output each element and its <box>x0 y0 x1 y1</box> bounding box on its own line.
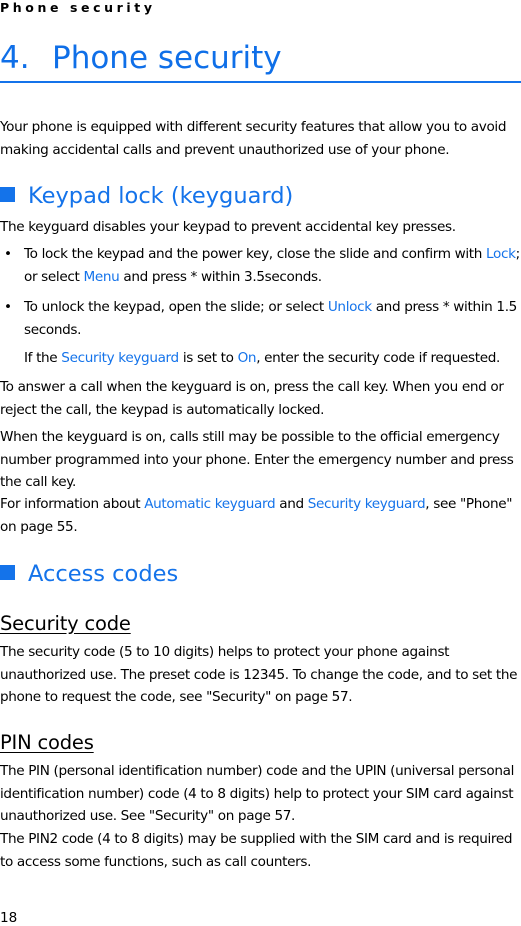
on-option: On <box>237 350 257 366</box>
section-heading-keypad-lock: Keypad lock (keyguard) <box>0 182 293 210</box>
chapter-title-text: Phone security <box>52 40 282 76</box>
automatic-keyguard-setting: Automatic keyguard <box>144 496 276 512</box>
security-code-paragraph: The security code (5 to 10 digits) helps… <box>0 644 518 705</box>
menu-softkey: Menu <box>83 268 120 285</box>
subheading-pin-codes: PIN codes <box>0 731 94 754</box>
section-heading-text: Keypad lock (keyguard) <box>28 183 294 209</box>
bullet-icon: • <box>4 246 12 262</box>
security-keyguard-note: If the Security keyguard is set to On, e… <box>24 350 500 366</box>
security-keyguard-setting: Security keyguard <box>61 350 179 366</box>
bullet-unlock-text: To unlock the keypad, open the slide; or… <box>24 299 517 338</box>
intro-paragraph: Your phone is equipped with different se… <box>0 119 507 158</box>
emergency-paragraph: When the keyguard is on, calls still may… <box>0 429 514 490</box>
security-keyguard-setting: Security keyguard <box>307 496 426 512</box>
section-square-icon <box>0 565 15 580</box>
section-heading-access-codes: Access codes <box>0 560 178 588</box>
bullet-unlock: • To unlock the keypad, open the slide; … <box>0 296 521 341</box>
lock-softkey: Lock <box>486 246 516 262</box>
unlock-softkey: Unlock <box>327 299 372 315</box>
answer-call-paragraph: To answer a call when the keyguard is on… <box>0 379 504 418</box>
subheading-security-code: Security code <box>0 612 131 635</box>
section-heading-text: Access codes <box>28 561 179 587</box>
bullet-lock: • To lock the keypad and the power key, … <box>0 243 521 288</box>
pin-codes-paragraph: The PIN (personal identification number)… <box>0 763 515 824</box>
pin2-paragraph: The PIN2 code (4 to 8 digits) may be sup… <box>0 831 513 870</box>
more-info-paragraph: For information about Automatic keyguard… <box>0 496 513 535</box>
keyguard-lead: The keyguard disables your keypad to pre… <box>0 219 456 235</box>
section-square-icon <box>0 187 15 202</box>
chapter-title: 4. Phone security <box>0 38 521 83</box>
page-number: 18 <box>0 910 18 926</box>
bullet-icon: • <box>4 299 12 315</box>
running-head: Phone security <box>0 0 156 15</box>
chapter-number: 4. <box>0 40 30 76</box>
bullet-lock-text: To lock the keypad and the power key, cl… <box>24 246 520 285</box>
